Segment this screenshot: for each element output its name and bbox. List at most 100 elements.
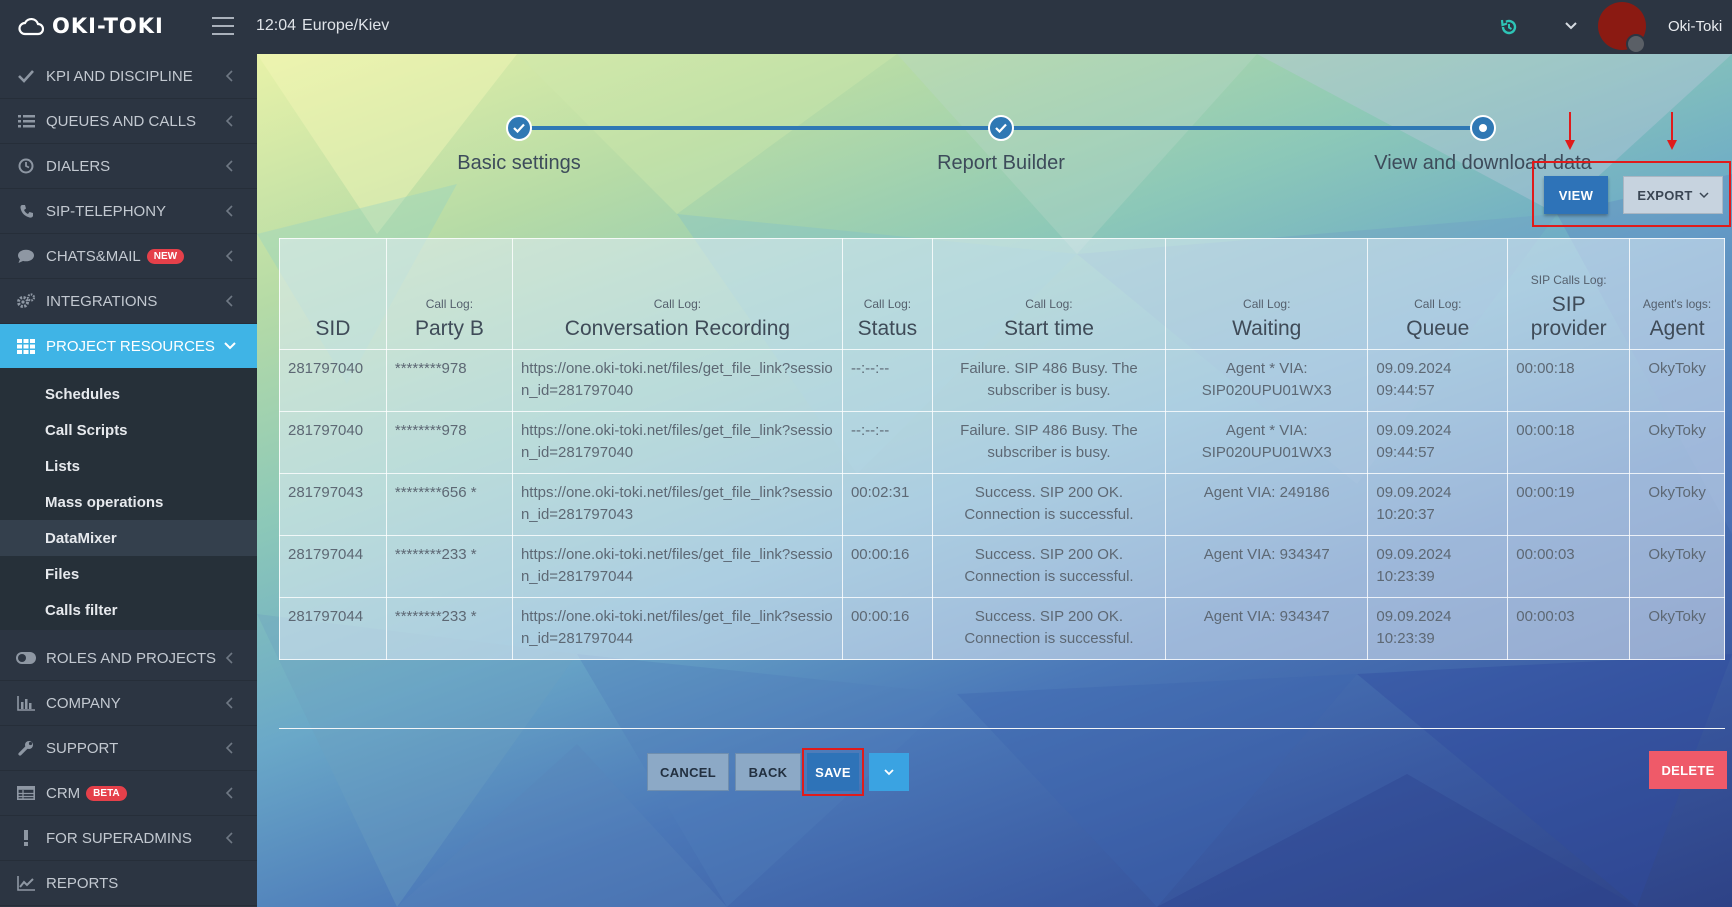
sidebar-item-sip-telephony[interactable]: SIP-TELEPHONY (0, 189, 257, 234)
sidebar-item-for-superadmins[interactable]: FOR SUPERADMINS (0, 816, 257, 861)
sidebar-item-queues[interactable]: QUEUES AND CALLS (0, 99, 257, 144)
cell-recording-link[interactable]: https://one.oki-toki.net/files/get_file_… (511, 597, 843, 660)
brand-logo[interactable]: OKI-TOKI (18, 14, 164, 38)
sidebar-item-reports[interactable]: REPORTS (0, 861, 257, 906)
cell-start-time: Success. SIP 200 OK. Connection is succe… (931, 597, 1167, 660)
sidebar-item-integrations[interactable]: INTEGRATIONS (0, 279, 257, 324)
step-2-check-icon[interactable] (988, 115, 1014, 141)
chevron-left-icon (225, 70, 233, 82)
sidebar-item-roles-projects[interactable]: ROLES AND PROJECTS (0, 636, 257, 681)
sidebar-item-label: COMPANY (46, 694, 121, 712)
header-sip-provider[interactable]: SIP Calls Log: SIP provider (1507, 238, 1631, 350)
step-3-current-icon[interactable] (1470, 115, 1496, 141)
cell-start-time: Failure. SIP 486 Busy. The subscriber is… (931, 411, 1167, 474)
bar-chart-icon (16, 694, 36, 712)
submenu-item-lists[interactable]: Lists (0, 448, 257, 484)
cell-sip-provider: 00:00:19 (1507, 473, 1631, 536)
chevron-left-icon (225, 115, 233, 127)
cell-status: --:--:-- (841, 411, 933, 474)
cell-waiting: Agent * VIA: SIP020UPU01WX3 (1165, 349, 1369, 412)
annotation-arrow-view (1565, 112, 1575, 150)
table-row: 281797044 ********233 * https://one.oki-… (279, 597, 1725, 660)
export-button[interactable]: EXPORT (1623, 176, 1723, 214)
chevron-left-icon (225, 250, 233, 262)
submenu-item-mass-operations[interactable]: Mass operations (0, 484, 257, 520)
exclamation-icon (16, 829, 36, 847)
chat-icon (16, 247, 36, 265)
cell-agent: OkyToky (1629, 411, 1725, 474)
sidebar: KPI AND DISCIPLINE QUEUES AND CALLS DIAL… (0, 54, 257, 907)
brand-name: OKI-TOKI (52, 14, 164, 38)
sidebar-item-project-resources[interactable]: PROJECT RESOURCES (0, 324, 257, 369)
current-time: 12:04 (256, 17, 297, 34)
header-sid[interactable]: SID (279, 238, 387, 350)
header-queue[interactable]: Call Log: Queue (1367, 238, 1509, 350)
menu-toggle-icon[interactable] (212, 17, 234, 35)
cell-recording-link[interactable]: https://one.oki-toki.net/files/get_file_… (511, 349, 843, 412)
table-row: 281797044 ********233 * https://one.oki-… (279, 535, 1725, 598)
phone-icon (16, 202, 36, 220)
list-icon (16, 112, 36, 130)
header-waiting[interactable]: Call Log: Waiting (1165, 238, 1369, 350)
save-button[interactable]: SAVE (807, 753, 859, 791)
submenu-item-call-scripts[interactable]: Call Scripts (0, 412, 257, 448)
sidebar-item-support[interactable]: SUPPORT (0, 726, 257, 771)
cell-sip-provider: 00:00:18 (1507, 349, 1631, 412)
submenu-item-files[interactable]: Files (0, 556, 257, 592)
cell-recording-link[interactable]: https://one.oki-toki.net/files/get_file_… (511, 411, 843, 474)
cell-status: 00:00:16 (841, 535, 933, 598)
cell-sip-provider: 00:00:18 (1507, 411, 1631, 474)
history-icon[interactable] (1498, 16, 1520, 38)
cell-queue: 09.09.2024 10:20:37 (1367, 473, 1509, 536)
sidebar-item-company[interactable]: COMPANY (0, 681, 257, 726)
step-1-check-icon[interactable] (506, 115, 532, 141)
delete-button[interactable]: DELETE (1649, 751, 1727, 789)
check-icon (16, 67, 36, 85)
annotation-arrow-export (1667, 112, 1677, 150)
cell-party-b: ********978 (385, 349, 513, 412)
cancel-button[interactable]: CANCEL (647, 753, 729, 791)
header-start-time[interactable]: Call Log: Start time (931, 238, 1167, 350)
cell-agent: OkyToky (1629, 597, 1725, 660)
cell-recording-link[interactable]: https://one.oki-toki.net/files/get_file_… (511, 535, 843, 598)
submenu-item-calls-filter[interactable]: Calls filter (0, 592, 257, 628)
sidebar-item-label: FOR SUPERADMINS (46, 829, 192, 847)
cell-sip-provider: 00:00:03 (1507, 535, 1631, 598)
cell-sip-provider: 00:00:03 (1507, 597, 1631, 660)
sidebar-item-label: ROLES AND PROJECTS (46, 649, 217, 667)
username[interactable]: Oki-Toki (1668, 18, 1722, 35)
cell-queue: 09.09.2024 09:44:57 (1367, 411, 1509, 474)
cell-recording-link[interactable]: https://one.oki-toki.net/files/get_file_… (511, 473, 843, 536)
top-bar: OKI-TOKI 12:04 Europe/Kiev Oki-Toki (0, 0, 1732, 54)
cell-sid: 281797043 (279, 473, 387, 536)
sidebar-item-chats-mail[interactable]: CHATS&MAIL NEW (0, 234, 257, 279)
sidebar-item-crm[interactable]: CRM BETA (0, 771, 257, 816)
project-resources-submenu: Schedules Call Scripts Lists Mass operat… (0, 368, 257, 630)
header-status[interactable]: Call Log: Status (841, 238, 933, 350)
table-row: 281797040 ********978 https://one.oki-to… (279, 349, 1725, 412)
step-label-basic-settings[interactable]: Basic settings (457, 152, 580, 175)
chevron-left-icon (225, 787, 233, 799)
chevron-down-icon (224, 342, 236, 350)
sidebar-item-kpi[interactable]: KPI AND DISCIPLINE (0, 54, 257, 99)
header-agent[interactable]: Agent's logs: Agent (1629, 238, 1725, 350)
chevron-down-icon (1699, 192, 1709, 199)
cell-start-time: Success. SIP 200 OK. Connection is succe… (931, 473, 1167, 536)
cell-party-b: ********978 (385, 411, 513, 474)
chevron-down-icon[interactable] (1564, 19, 1578, 33)
clock-icon (16, 157, 36, 175)
save-options-dropdown[interactable] (869, 753, 909, 791)
cloud-icon (18, 17, 44, 36)
header-party-b[interactable]: Call Log: Party B (385, 238, 513, 350)
view-button[interactable]: VIEW (1544, 176, 1608, 214)
cell-status: 00:02:31 (841, 473, 933, 536)
header-conversation-recording[interactable]: Call Log: Conversation Recording (511, 238, 843, 350)
back-button[interactable]: BACK (735, 753, 801, 791)
wrench-icon (16, 739, 36, 757)
submenu-item-schedules[interactable]: Schedules (0, 376, 257, 412)
table-icon (16, 784, 36, 802)
submenu-item-datamixer[interactable]: DataMixer (0, 520, 257, 556)
step-label-report-builder[interactable]: Report Builder (937, 152, 1065, 175)
sidebar-item-dialers[interactable]: DIALERS (0, 144, 257, 189)
cell-agent: OkyToky (1629, 535, 1725, 598)
